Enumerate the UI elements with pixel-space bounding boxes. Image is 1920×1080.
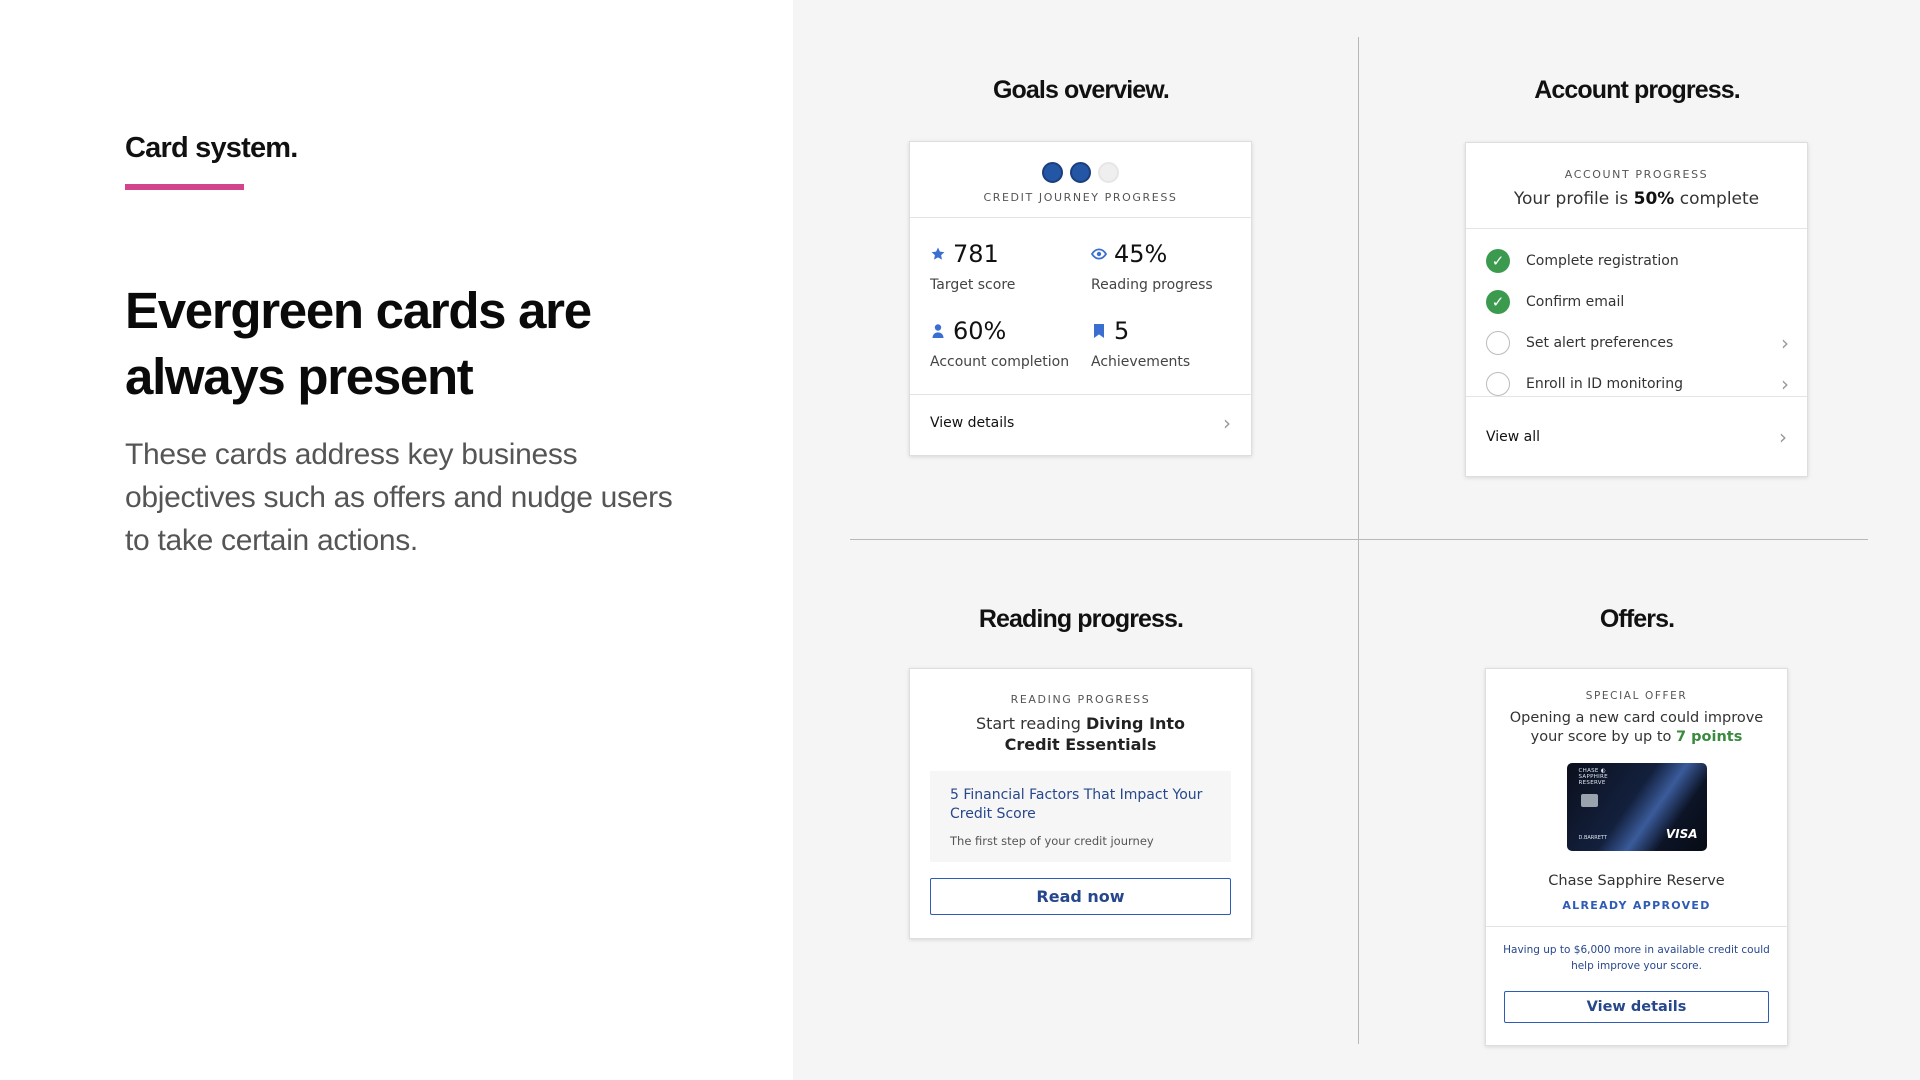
stat-reading-progress: 45% Reading progress [1090, 240, 1241, 317]
reading-subtitle: Start reading Diving Into Credit Essenti… [910, 713, 1251, 755]
visa-logo: VISA [1665, 827, 1698, 841]
card-eyebrow: CREDIT JOURNEY PROGRESS [983, 191, 1178, 204]
stat-label: Account completion [930, 354, 1070, 370]
chip-icon [1580, 794, 1598, 807]
vertical-divider [1358, 37, 1359, 1044]
article-title: 5 Financial Factors That Impact Your Cre… [950, 787, 1203, 822]
article-item[interactable]: 5 Financial Factors That Impact Your Cre… [930, 771, 1231, 862]
card-brand-line: RESERVE [1578, 780, 1606, 786]
article-description: The first step of your credit journey [950, 834, 1154, 848]
summary-prefix: Your profile is [1513, 189, 1634, 209]
progress-dot-empty [1098, 162, 1119, 183]
view-all-link[interactable]: View all › [1466, 397, 1807, 476]
stats-grid: 781 Target score 45% Reading progress 60… [910, 217, 1251, 394]
task-label: Confirm email [1526, 293, 1625, 310]
offers-title: Offers. [1599, 605, 1675, 633]
task-label: Complete registration [1526, 252, 1679, 269]
read-now-button[interactable]: Read now [930, 878, 1231, 915]
task-label: Enroll in ID monitoring [1526, 375, 1683, 392]
reading-title: Reading progress. [978, 605, 1184, 633]
progress-dot-filled [1070, 162, 1091, 183]
left-panel: Card system. Evergreen cards are always … [0, 0, 793, 1080]
reading-prefix: Start reading [975, 714, 1086, 733]
card-eyebrow: ACCOUNT PROGRESS [1564, 168, 1709, 181]
task-label: Set alert preferences [1526, 334, 1674, 351]
product-name: Chase Sapphire Reserve [1548, 873, 1725, 889]
goals-card: CREDIT JOURNEY PROGRESS 781 Target score… [909, 141, 1252, 456]
bookmark-icon [1091, 323, 1107, 339]
card-brand: CHASE ◐ SAPPHIRE RESERVE [1579, 768, 1608, 786]
check-icon: ✓ [1486, 248, 1510, 273]
description: These cards address key business objecti… [125, 438, 673, 557]
chevron-right-icon: › [1223, 410, 1231, 435]
special-offer-card: SPECIAL OFFER Opening a new card could i… [1485, 668, 1788, 1046]
stat-target-score: 781 Target score [930, 240, 1091, 317]
reading-progress-card: READING PROGRESS Start reading Diving In… [909, 668, 1252, 939]
check-icon: ✓ [1486, 289, 1510, 314]
offer-note: Having up to $6,000 more in available cr… [1486, 926, 1787, 974]
empty-circle-icon [1486, 371, 1510, 396]
section-title: Card system. [125, 132, 298, 164]
approval-badge: ALREADY APPROVED [1562, 899, 1711, 912]
link-label: View details [930, 414, 1015, 431]
stat-label: Reading progress [1091, 277, 1213, 293]
link-label: View all [1486, 428, 1541, 445]
stat-account-completion: 60% Account completion [930, 317, 1091, 394]
task-complete-registration: ✓ Complete registration [1466, 240, 1807, 281]
progress-dots [910, 162, 1251, 183]
accent-underline [125, 184, 244, 190]
reading-book-title-1: Diving Into [1085, 714, 1186, 733]
stat-label: Achievements [1091, 354, 1191, 370]
profile-summary: Your profile is 50% complete [1466, 189, 1807, 209]
stat-achievements: 5 Achievements [1091, 317, 1241, 394]
headline: Evergreen cards are always present [125, 282, 592, 405]
chevron-right-icon: › [1779, 424, 1787, 449]
stat-label: Target score [930, 277, 1016, 293]
chevron-right-icon: › [1781, 371, 1789, 396]
account-title: Account progress. [1534, 76, 1740, 104]
stat-value: 5 [1114, 317, 1130, 345]
summary-suffix: complete [1674, 189, 1760, 209]
credit-card-image: CHASE ◐ SAPPHIRE RESERVE D.BARRETT VISA [1566, 763, 1707, 851]
eye-icon [1090, 246, 1108, 262]
progress-dot-filled [1042, 162, 1063, 183]
horizontal-divider [850, 539, 1868, 540]
person-icon [930, 323, 946, 339]
offer-body: Opening a new card could improve your sc… [1486, 709, 1787, 747]
stat-value: 60% [953, 317, 1007, 345]
offer-points: 7 points [1676, 729, 1743, 745]
task-list: ✓ Complete registration ✓ Confirm email … [1466, 229, 1807, 397]
chevron-right-icon: › [1781, 330, 1789, 355]
empty-circle-icon [1486, 330, 1510, 355]
card-header: ACCOUNT PROGRESS Your profile is 50% com… [1466, 143, 1807, 229]
stat-value: 45% [1114, 240, 1168, 268]
star-icon [930, 246, 946, 262]
reading-book-title-2: Credit Essentials [1004, 735, 1157, 754]
task-confirm-email: ✓ Confirm email [1466, 281, 1807, 322]
task-set-alert-preferences[interactable]: Set alert preferences › [1466, 322, 1807, 363]
card-holder: D.BARRETT [1578, 835, 1607, 841]
view-details-button[interactable]: View details [1504, 991, 1769, 1023]
card-eyebrow: SPECIAL OFFER [1585, 690, 1688, 702]
account-progress-card: ACCOUNT PROGRESS Your profile is 50% com… [1465, 142, 1808, 477]
card-eyebrow: READING PROGRESS [1010, 693, 1151, 706]
summary-value: 50% [1633, 189, 1675, 209]
goals-title: Goals overview. [993, 76, 1170, 104]
stat-value: 781 [953, 240, 999, 268]
view-details-link[interactable]: View details › [910, 394, 1251, 450]
